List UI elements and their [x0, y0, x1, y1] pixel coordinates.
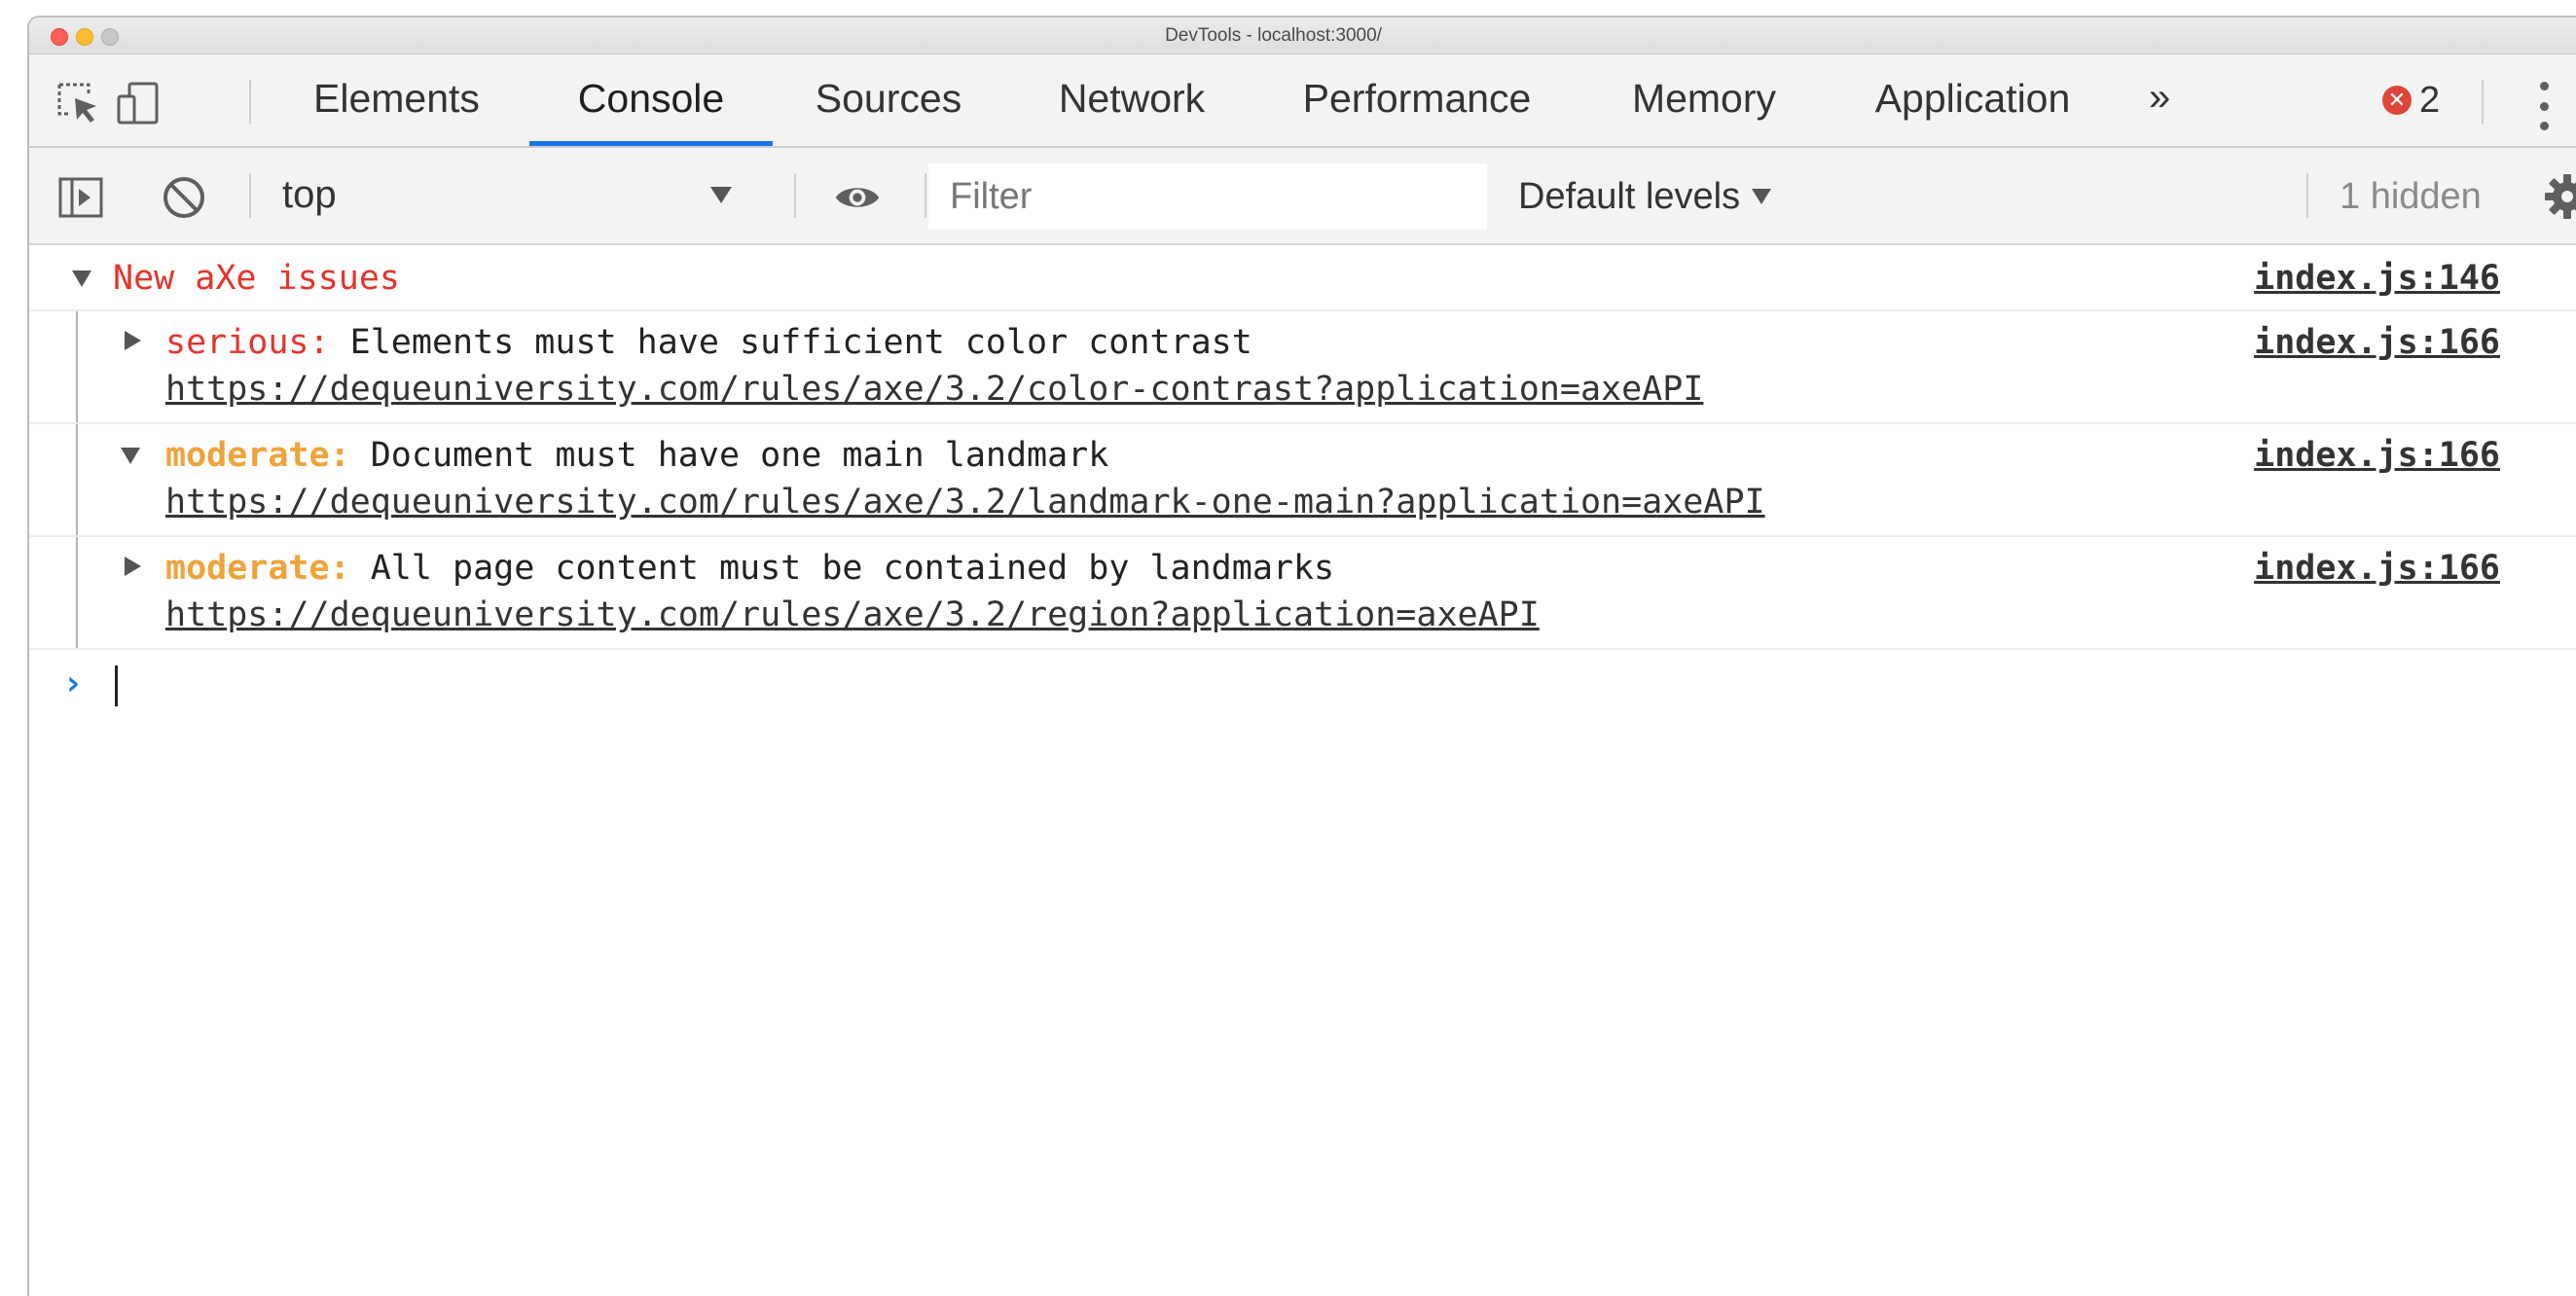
- device-toolbar-icon[interactable]: [115, 80, 162, 126]
- hidden-messages-count: 1 hidden: [2340, 175, 2482, 217]
- message-body: Elements must have sufficient color cont…: [349, 323, 1252, 362]
- devtools-window: DevTools - localhost:3000/ Elements Cons…: [27, 16, 2576, 1296]
- console-toolbar: top Default levels 1 hidden: [29, 148, 2576, 245]
- group-title: New aXe issues: [113, 259, 401, 298]
- source-link[interactable]: index.js:166: [2254, 323, 2500, 362]
- tab-elements[interactable]: Elements: [313, 54, 480, 146]
- collapsed-triangle-icon[interactable]: [125, 331, 141, 350]
- tab-memory[interactable]: Memory: [1619, 54, 1789, 146]
- message-text: serious: Elements must have sufficient c…: [165, 323, 1252, 362]
- message-text: moderate: All page content must be conta…: [165, 549, 1334, 588]
- expand-triangle-icon[interactable]: [72, 270, 91, 287]
- console-group-header[interactable]: New aXe issues index.js:146: [29, 245, 2576, 311]
- console-messages: New aXe issues index.js:146 serious: Ele…: [29, 245, 2576, 718]
- clear-console-icon[interactable]: [160, 173, 208, 222]
- sidebar-toggle-icon[interactable]: [56, 173, 105, 222]
- toolbar-separator: [794, 173, 796, 218]
- context-selector-value: top: [282, 172, 337, 216]
- settings-gear-icon[interactable]: [2544, 173, 2576, 220]
- more-tabs-button[interactable]: »: [2149, 54, 2170, 146]
- source-link[interactable]: index.js:146: [2254, 259, 2500, 298]
- context-selector[interactable]: top: [282, 163, 769, 226]
- error-count-badge[interactable]: ✕ 2: [2382, 54, 2440, 146]
- message-text: moderate: Document must have one main la…: [165, 436, 1108, 475]
- log-levels-dropdown[interactable]: Default levels: [1518, 163, 1772, 230]
- severity-label: moderate:: [165, 549, 350, 588]
- severity-label: serious:: [165, 323, 330, 362]
- collapsed-triangle-icon[interactable]: [125, 557, 141, 576]
- filter-input[interactable]: [928, 163, 1487, 230]
- source-link[interactable]: index.js:166: [2254, 549, 2500, 588]
- group-indent-rail: [76, 537, 78, 648]
- panel-tab-bar: Elements Console Sources Network Perform…: [29, 54, 2576, 148]
- tab-performance[interactable]: Performance: [1292, 54, 1542, 146]
- console-message[interactable]: moderate: Document must have one main la…: [29, 424, 2576, 537]
- log-levels-label: Default levels: [1518, 175, 1741, 217]
- toolbar-separator: [2306, 173, 2308, 218]
- chevron-down-icon: [710, 187, 732, 203]
- expand-triangle-icon[interactable]: [121, 448, 140, 464]
- tab-console[interactable]: Console: [529, 54, 773, 146]
- tab-network[interactable]: Network: [1045, 54, 1218, 146]
- inspect-element-icon[interactable]: [54, 80, 101, 126]
- group-indent-rail: [76, 424, 78, 535]
- window-title: DevTools - localhost:3000/: [1165, 25, 1382, 46]
- severity-label: moderate:: [165, 436, 350, 475]
- more-options-icon[interactable]: [2534, 82, 2554, 130]
- error-count: 2: [2419, 79, 2441, 121]
- group-indent-rail: [76, 311, 78, 422]
- error-icon: ✕: [2382, 86, 2412, 115]
- toolbar-separator: [2482, 80, 2484, 125]
- toolbar-separator: [249, 80, 251, 125]
- prompt-chevron-icon: ›: [62, 664, 84, 703]
- help-url-link[interactable]: https://dequeuniversity.com/rules/axe/3.…: [165, 370, 1703, 409]
- eye-icon[interactable]: [833, 173, 882, 222]
- console-message[interactable]: serious: Elements must have sufficient c…: [29, 311, 2576, 424]
- message-body: All page content must be contained by la…: [370, 549, 1335, 588]
- title-bar: DevTools - localhost:3000/: [29, 18, 2576, 54]
- help-url-link[interactable]: https://dequeuniversity.com/rules/axe/3.…: [165, 483, 1765, 522]
- console-prompt[interactable]: ›: [29, 650, 2576, 718]
- console-message[interactable]: moderate: All page content must be conta…: [29, 537, 2576, 650]
- source-link[interactable]: index.js:166: [2254, 436, 2500, 475]
- tab-application[interactable]: Application: [1861, 54, 2085, 146]
- tab-sources[interactable]: Sources: [806, 54, 971, 146]
- text-cursor: [115, 666, 118, 706]
- help-url-link[interactable]: https://dequeuniversity.com/rules/axe/3.…: [165, 595, 1540, 634]
- caret-down-icon: [1752, 189, 1772, 204]
- message-body: Document must have one main landmark: [370, 436, 1109, 475]
- toolbar-separator: [249, 173, 251, 218]
- toolbar-separator: [925, 173, 926, 218]
